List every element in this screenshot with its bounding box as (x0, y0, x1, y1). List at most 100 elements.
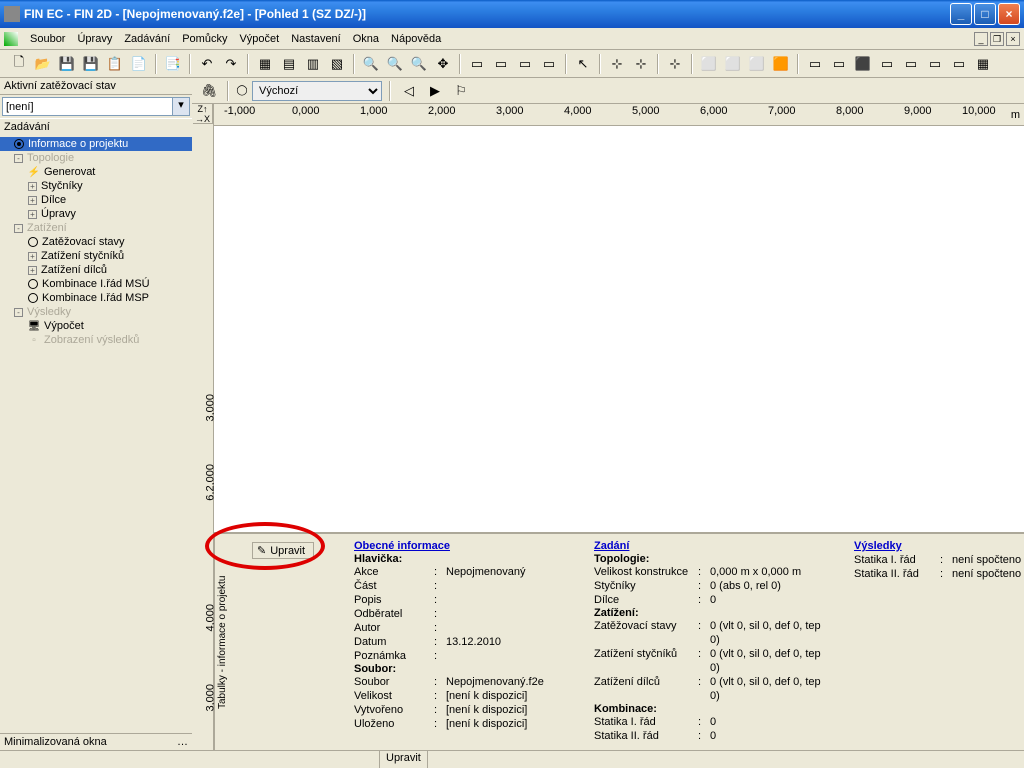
gen-icon: ⚡ (28, 166, 40, 178)
bottom-panel: Tabulky - informace o projektu ✎Upravit … (214, 532, 1024, 750)
info-row: Statika I. řád:není spočteno (854, 553, 1024, 567)
loadcase-combo[interactable] (2, 97, 173, 116)
tree-cat-zatizeni[interactable]: -Zatížení (0, 221, 192, 235)
e1-button[interactable]: ⬜ (698, 53, 720, 75)
w8-button[interactable]: ▦ (972, 53, 994, 75)
drawing-canvas[interactable] (214, 126, 1024, 532)
link-obecne[interactable]: Obecné informace (354, 540, 564, 552)
save-button[interactable]: 💾 (56, 53, 78, 75)
ruler-corner: Z↑→X (193, 104, 213, 124)
cursor-button[interactable]: ↖ (572, 53, 594, 75)
node-button[interactable]: ⊹ (664, 53, 686, 75)
minimized-windows-bar[interactable]: Minimalizovaná okna (0, 733, 192, 750)
info-row: Zatěžovací stavy:0 (vlt 0, sil 0, def 0,… (594, 619, 824, 647)
grid-button[interactable]: ▦ (254, 53, 276, 75)
tree-vypocet[interactable]: 🖥Výpočet (0, 319, 192, 333)
w7-button[interactable]: ▭ (948, 53, 970, 75)
tree-komb-msp[interactable]: Kombinace I.řád MSP (0, 291, 192, 305)
tree-dilce[interactable]: +Dílce (0, 193, 192, 207)
w1-button[interactable]: ▭ (804, 53, 826, 75)
minimize-button[interactable]: _ (950, 3, 972, 25)
info-row: Statika I. řád:0 (594, 715, 824, 729)
menu-soubor[interactable]: Soubor (24, 31, 71, 47)
snap1-button[interactable]: ⊹ (606, 53, 628, 75)
info-row: Popis: (354, 593, 564, 607)
tree-zdil[interactable]: +Zatížení dílců (0, 263, 192, 277)
zoomout-button[interactable]: 🔍 (384, 53, 406, 75)
left-panel: Aktivní zatěžovací stav ▾ Zadávání Infor… (0, 78, 192, 750)
loadcase-dropdown-icon[interactable]: ▾ (173, 97, 190, 116)
copy-button[interactable]: 📋 (104, 53, 126, 75)
mdi-close-button[interactable]: × (1006, 32, 1020, 46)
plus-icon: + (28, 196, 37, 205)
flag-button[interactable]: ⚐ (450, 80, 472, 102)
tree-cat-vysledky[interactable]: -Výsledky (0, 305, 192, 319)
grid3-button[interactable]: ▥ (302, 53, 324, 75)
sel3-button[interactable]: ▭ (514, 53, 536, 75)
mdi-restore-button[interactable]: ❐ (990, 32, 1004, 46)
paste-button[interactable]: 📄 (128, 53, 150, 75)
prev-button[interactable]: ◁ (398, 80, 420, 102)
upravit-button[interactable]: ✎Upravit (252, 542, 314, 559)
next-button[interactable]: ▶ (424, 80, 446, 102)
link-zadani[interactable]: Zadání (594, 540, 824, 552)
maximize-button[interactable]: □ (974, 3, 996, 25)
view-toolbar: 🖇 ◯ Výchozí ◁ ▶ ⚐ (192, 78, 1024, 104)
menu-napoveda[interactable]: Nápověda (385, 31, 447, 47)
zoomin-button[interactable]: 🔍 (360, 53, 382, 75)
circle-icon: ◯ (236, 85, 248, 97)
e2-button[interactable]: ⬜ (722, 53, 744, 75)
tree-generovat[interactable]: ⚡Generovat (0, 165, 192, 179)
info-row: Akce:Nepojmenovaný (354, 565, 564, 579)
grid4-button[interactable]: ▧ (326, 53, 348, 75)
e4-button[interactable]: 🟧 (770, 53, 792, 75)
bottom-tab-label[interactable]: Tabulky - informace o projektu (214, 534, 234, 750)
tree-cat-topologie[interactable]: -Topologie (0, 151, 192, 165)
plus-icon: + (28, 266, 37, 275)
e3-button[interactable]: ⬜ (746, 53, 768, 75)
sel2-button[interactable]: ▭ (490, 53, 512, 75)
redo-button[interactable]: ↷ (220, 53, 242, 75)
pan-button[interactable]: ✥ (432, 53, 454, 75)
sel4-button[interactable]: ▭ (538, 53, 560, 75)
w6-button[interactable]: ▭ (924, 53, 946, 75)
open-button[interactable]: 📂 (32, 53, 54, 75)
info-row: Dílce:0 (594, 593, 824, 607)
tree-project-info[interactable]: Informace o projektu (0, 137, 192, 151)
horizontal-ruler: -1,000 0,000 1,000 2,000 3,000 4,000 5,0… (214, 104, 1024, 126)
w4-button[interactable]: ▭ (876, 53, 898, 75)
menu-zadavani[interactable]: Zadávání (118, 31, 176, 47)
menu-okna[interactable]: Okna (347, 31, 385, 47)
mdi-minimize-button[interactable]: _ (974, 32, 988, 46)
menu-nastaveni[interactable]: Nastavení (285, 31, 347, 47)
snap2-button[interactable]: ⊹ (630, 53, 652, 75)
lock-button[interactable]: 🖇 (198, 80, 220, 102)
info-row: Vytvořeno:[není k dispozici] (354, 703, 564, 717)
w5-button[interactable]: ▭ (900, 53, 922, 75)
grid2-button[interactable]: ▤ (278, 53, 300, 75)
menu-pomucky[interactable]: Pomůcky (176, 31, 233, 47)
plus-icon: + (28, 182, 37, 191)
tree-komb-msu[interactable]: Kombinace I.řád MSÚ (0, 277, 192, 291)
w2-button[interactable]: ▭ (828, 53, 850, 75)
link-vysledky[interactable]: Výsledky (854, 540, 1024, 552)
undo-button[interactable]: ↶ (196, 53, 218, 75)
input-tree: Informace o projektu -Topologie ⚡Generov… (0, 135, 192, 349)
tree-zstyc[interactable]: +Zatížení styčníků (0, 249, 192, 263)
info-row: Styčníky:0 (abs 0, rel 0) (594, 579, 824, 593)
copy2-button[interactable]: 📑 (162, 53, 184, 75)
tree-stycniky[interactable]: +Styčníky (0, 179, 192, 193)
new-button[interactable]: 🗋 (8, 53, 30, 75)
tree-zs[interactable]: Zatěžovací stavy (0, 235, 192, 249)
saveas-button[interactable]: 💾 (80, 53, 102, 75)
zoomfit-button[interactable]: 🔍 (408, 53, 430, 75)
menu-vypocet[interactable]: Výpočet (233, 31, 285, 47)
info-row: Poznámka: (354, 649, 564, 663)
info-row: Část: (354, 579, 564, 593)
sel1-button[interactable]: ▭ (466, 53, 488, 75)
menu-upravy[interactable]: Úpravy (71, 31, 118, 47)
w3-button[interactable]: ⬛ (852, 53, 874, 75)
close-button[interactable]: × (998, 3, 1020, 25)
tree-upravy[interactable]: +Úpravy (0, 207, 192, 221)
view-combo[interactable]: Výchozí (252, 81, 382, 101)
